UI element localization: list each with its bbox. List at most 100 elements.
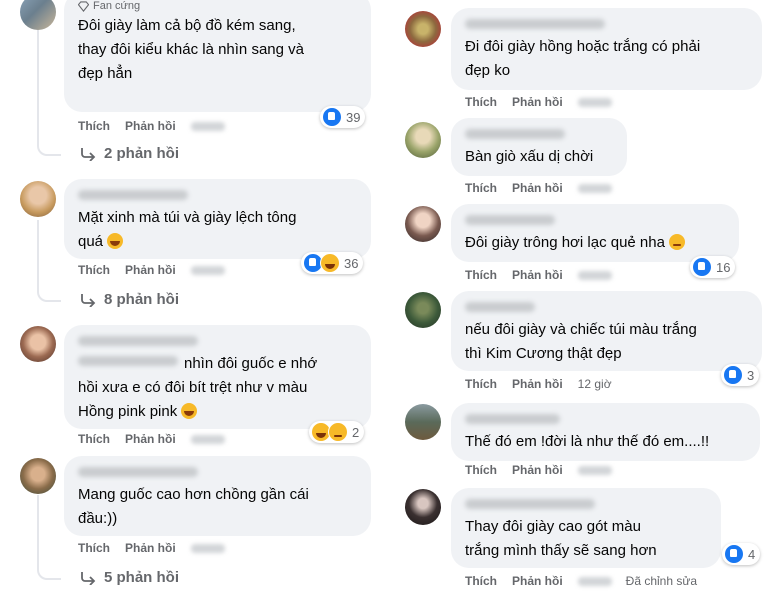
author-name[interactable] bbox=[78, 190, 188, 200]
author-name[interactable] bbox=[465, 19, 605, 29]
timestamp[interactable] bbox=[577, 183, 612, 193]
like-button[interactable]: Thích bbox=[78, 263, 110, 277]
like-button[interactable]: Thích bbox=[465, 463, 497, 477]
thread-connector bbox=[37, 550, 61, 580]
laughing-emoji-icon bbox=[107, 233, 124, 249]
reply-button[interactable]: Phản hồi bbox=[512, 574, 563, 588]
avatar[interactable] bbox=[20, 181, 56, 217]
reaction-summary[interactable]: 2 bbox=[309, 421, 365, 443]
author-name[interactable] bbox=[78, 467, 198, 477]
reply-button[interactable]: Phản hồi bbox=[125, 263, 176, 277]
view-replies-button[interactable]: 2 phản hồi bbox=[80, 145, 179, 162]
reaction-count: 16 bbox=[716, 259, 731, 275]
haha-reaction-icon bbox=[320, 253, 340, 273]
timestamp[interactable] bbox=[577, 576, 612, 586]
timestamp[interactable]: 12 giờ bbox=[578, 377, 612, 391]
comment-bubble: Mặt xinh mà túi và giày lệch tông quá bbox=[64, 179, 371, 259]
like-reaction-icon bbox=[322, 107, 342, 127]
thread-line bbox=[37, 30, 39, 140]
avatar[interactable] bbox=[20, 458, 56, 494]
avatar[interactable] bbox=[405, 489, 441, 525]
comment-actions: Thích Phản hồi bbox=[465, 95, 612, 109]
comment-text: Đi đôi giày hồng hoặc trắng có phải đẹp … bbox=[465, 38, 701, 79]
reply-button[interactable]: Phản hồi bbox=[512, 463, 563, 477]
timestamp[interactable] bbox=[190, 265, 225, 275]
thread-line bbox=[37, 495, 39, 555]
avatar[interactable] bbox=[405, 122, 441, 158]
avatar[interactable] bbox=[405, 404, 441, 440]
comment-bubble: nhìn đôi guốc e nhớ hồi xưa e có đôi bít… bbox=[64, 325, 371, 429]
reply-arrow-icon bbox=[81, 147, 96, 161]
reply-button[interactable]: Phản hồi bbox=[125, 541, 176, 555]
avatar[interactable] bbox=[405, 11, 441, 47]
reaction-summary[interactable]: 16 bbox=[690, 256, 736, 278]
reaction-count: 2 bbox=[352, 424, 360, 440]
comment-bubble: Fan cứng Đôi giày làm cả bộ đồ kém sang,… bbox=[64, 0, 371, 112]
comment-text: Mang guốc cao hơn chồng gần cái đầu:)) bbox=[78, 486, 309, 527]
edited-label: Đã chỉnh sửa bbox=[625, 574, 698, 588]
like-button[interactable]: Thích bbox=[465, 574, 497, 588]
author-name[interactable] bbox=[465, 499, 595, 509]
avatar[interactable] bbox=[405, 292, 441, 328]
reaction-count: 39 bbox=[346, 109, 361, 125]
reply-button[interactable]: Phản hồi bbox=[512, 95, 563, 109]
reaction-summary[interactable]: 4 bbox=[722, 543, 761, 565]
timestamp[interactable] bbox=[190, 543, 225, 553]
like-button[interactable]: Thích bbox=[78, 432, 110, 446]
reply-button[interactable]: Phản hồi bbox=[125, 432, 176, 446]
comment-text: Đôi giày làm cả bộ đồ kém sang, thay đôi… bbox=[78, 17, 304, 82]
comment-text: Đôi giày trông hơi lạc quẻ nha bbox=[465, 231, 727, 255]
comment-actions: Thích Phản hồi bbox=[465, 463, 612, 477]
replies-label: 5 phản hồi bbox=[104, 569, 179, 586]
avatar[interactable] bbox=[20, 0, 56, 30]
reaction-count: 4 bbox=[748, 546, 756, 562]
like-button[interactable]: Thích bbox=[78, 119, 110, 133]
reply-button[interactable]: Phản hồi bbox=[512, 377, 563, 391]
avatar[interactable] bbox=[20, 326, 56, 362]
reply-button[interactable]: Phản hồi bbox=[125, 119, 176, 133]
reply-arrow-icon bbox=[81, 571, 96, 585]
comment-bubble: nếu đôi giày và chiếc túi màu trắng thì … bbox=[451, 291, 762, 371]
like-button[interactable]: Thích bbox=[465, 181, 497, 195]
comment-actions: Thích Phản hồi bbox=[465, 268, 612, 282]
reaction-summary[interactable]: 39 bbox=[320, 106, 366, 128]
author-name[interactable] bbox=[465, 129, 565, 139]
author-name[interactable] bbox=[78, 336, 198, 346]
top-fan-badge: Fan cứng bbox=[78, 0, 359, 12]
comment-actions: Thích Phản hồi Đã chỉnh sửa bbox=[465, 574, 697, 588]
like-button[interactable]: Thích bbox=[465, 268, 497, 282]
comment-actions: Thích Phản hồi bbox=[78, 541, 225, 555]
like-reaction-icon bbox=[692, 257, 712, 277]
reply-button[interactable]: Phản hồi bbox=[512, 181, 563, 195]
like-button[interactable]: Thích bbox=[78, 541, 110, 555]
reaction-summary[interactable]: 36 bbox=[301, 252, 364, 274]
author-name[interactable] bbox=[465, 215, 555, 225]
comment-bubble: Đôi giày trông hơi lạc quẻ nha bbox=[451, 204, 739, 262]
reaction-count: 36 bbox=[344, 255, 359, 271]
timestamp[interactable] bbox=[190, 434, 225, 444]
timestamp[interactable] bbox=[577, 465, 612, 475]
comment-text: Thế đó em !đời là như thế đó em....!! bbox=[465, 433, 710, 450]
like-button[interactable]: Thích bbox=[465, 95, 497, 109]
reaction-summary[interactable]: 3 bbox=[721, 364, 760, 386]
like-reaction-icon bbox=[723, 365, 743, 385]
reply-button[interactable]: Phản hồi bbox=[512, 268, 563, 282]
comment-actions: Thích Phản hồi bbox=[78, 119, 225, 133]
view-replies-button[interactable]: 5 phản hồi bbox=[80, 569, 179, 586]
like-button[interactable]: Thích bbox=[465, 377, 497, 391]
author-name[interactable] bbox=[465, 414, 560, 424]
like-reaction-icon bbox=[724, 544, 744, 564]
comment-bubble: Thay đôi giày cao gót màu trắng mình thấ… bbox=[451, 488, 721, 568]
replies-label: 8 phản hồi bbox=[104, 291, 179, 308]
timestamp[interactable] bbox=[577, 97, 612, 107]
avatar[interactable] bbox=[405, 206, 441, 242]
comment-bubble: Bàn giò xấu dị chời bbox=[451, 118, 627, 176]
view-replies-button[interactable]: 8 phản hồi bbox=[80, 291, 179, 308]
author-name[interactable] bbox=[465, 302, 535, 312]
comment-actions: Thích Phản hồi 12 giờ bbox=[465, 377, 612, 391]
timestamp[interactable] bbox=[190, 121, 225, 131]
comment-text: Mặt xinh mà túi và giày lệch tông quá bbox=[78, 209, 297, 250]
comment-text: Bàn giò xấu dị chời bbox=[465, 148, 594, 165]
mention-tag[interactable] bbox=[78, 356, 178, 366]
timestamp[interactable] bbox=[577, 270, 612, 280]
